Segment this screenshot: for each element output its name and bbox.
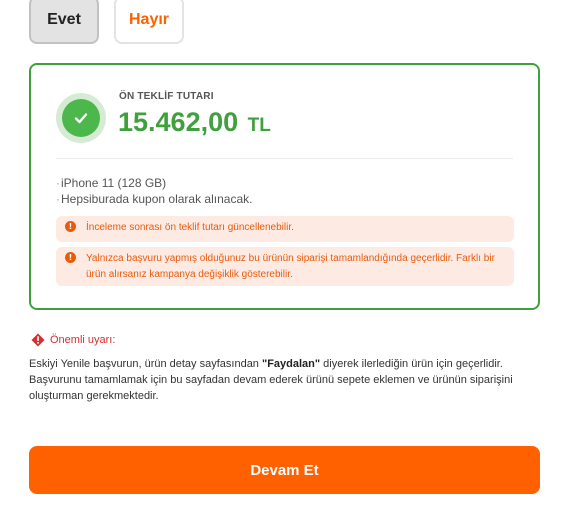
detail-product: iPhone 11 (128 GB) — [61, 176, 167, 190]
warning-text: Eskiyi Yenile başvurun, ürün detay sayfa… — [29, 356, 544, 404]
pre-offer-card: ÖN TEKLİF TUTARI 15.462,00 TL ·iPhone 11… — [29, 63, 540, 310]
info-icon: ! — [65, 252, 76, 263]
info-icon: ! — [65, 221, 76, 232]
continue-button[interactable]: Devam Et — [29, 446, 540, 494]
amount-value: 15.462,00 — [118, 107, 239, 137]
detail-item: ·Hepsiburada kupon olarak alınacak. — [56, 192, 253, 206]
pre-offer-amount: 15.462,00 TL — [118, 107, 271, 138]
notice-text: Yalnızca başvuru yapmış olduğunuz bu ürü… — [86, 253, 495, 280]
amount-currency: TL — [247, 115, 271, 136]
pre-offer-label: ÖN TEKLİF TUTARI — [119, 91, 214, 102]
product-details: ·iPhone 11 (128 GB) ·Hepsiburada kupon o… — [56, 175, 252, 207]
yes-button[interactable]: Evet — [29, 0, 99, 44]
warning-text-part: Eskiyi Yenile başvurun, ürün detay sayfa… — [29, 358, 262, 370]
warning-text-bold: "Faydalan" — [261, 358, 321, 370]
important-warning-title: Önemli uyarı: — [31, 333, 115, 347]
divider — [56, 158, 513, 159]
warning-title-text: Önemli uyarı: — [50, 334, 116, 346]
detail-item: ·iPhone 11 (128 GB) — [56, 176, 167, 190]
notice-validity: ! Yalnızca başvuru yapmış olduğunuz bu ü… — [56, 247, 514, 286]
warning-diamond-icon — [31, 333, 45, 347]
answer-choice-group: Evet Hayır — [29, 0, 184, 44]
no-button[interactable]: Hayır — [114, 0, 184, 44]
detail-coupon: Hepsiburada kupon olarak alınacak. — [61, 192, 253, 206]
notice-update: ! İnceleme sonrası ön teklif tutarı günc… — [56, 216, 514, 242]
check-circle-icon — [56, 93, 106, 143]
notice-text: İnceleme sonrası ön teklif tutarı güncel… — [86, 222, 294, 233]
